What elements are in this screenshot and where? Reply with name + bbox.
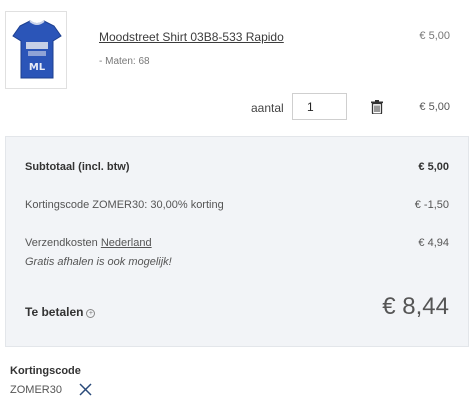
product-size: - Maten: 68 <box>99 56 150 67</box>
shipping-label-prefix: Verzendkosten <box>25 237 98 249</box>
product-thumbnail[interactable]: ML <box>5 11 67 89</box>
shipping-value: € 4,94 <box>418 237 449 249</box>
line-total: € 5,00 <box>419 101 450 113</box>
order-summary: Subtotaal (incl. btw) € 5,00 Kortingscod… <box>5 136 469 347</box>
total-label-text: Te betalen <box>25 305 84 319</box>
shirt-print-text: ML <box>29 62 46 73</box>
total-value: € 8,44 <box>382 293 449 320</box>
quantity-label: aantal <box>251 101 284 115</box>
pickup-note: Gratis afhalen is ook mogelijk! <box>25 256 172 268</box>
trash-icon[interactable] <box>371 100 383 114</box>
coupon-code: ZOMER30 <box>10 384 62 396</box>
subtotal-value: € 5,00 <box>418 161 449 173</box>
discount-value: € -1,50 <box>414 199 449 211</box>
product-title-link[interactable]: Moodstreet Shirt 03B8-533 Rapido <box>99 30 284 44</box>
shipping-label: Verzendkosten Nederland <box>25 237 152 249</box>
close-icon[interactable] <box>79 383 92 396</box>
total-label: Te betalen + <box>25 305 96 319</box>
discount-label: Kortingscode ZOMER30: 30,00% korting <box>25 199 224 211</box>
coupon-title: Kortingscode <box>10 365 81 377</box>
info-icon[interactable]: + <box>86 309 96 318</box>
unit-price: € 5,00 <box>419 30 450 42</box>
subtotal-label: Subtotaal (incl. btw) <box>25 161 130 173</box>
shipping-country-link[interactable]: Nederland <box>101 237 152 249</box>
tshirt-image: ML <box>12 20 62 79</box>
quantity-input[interactable] <box>292 93 347 120</box>
